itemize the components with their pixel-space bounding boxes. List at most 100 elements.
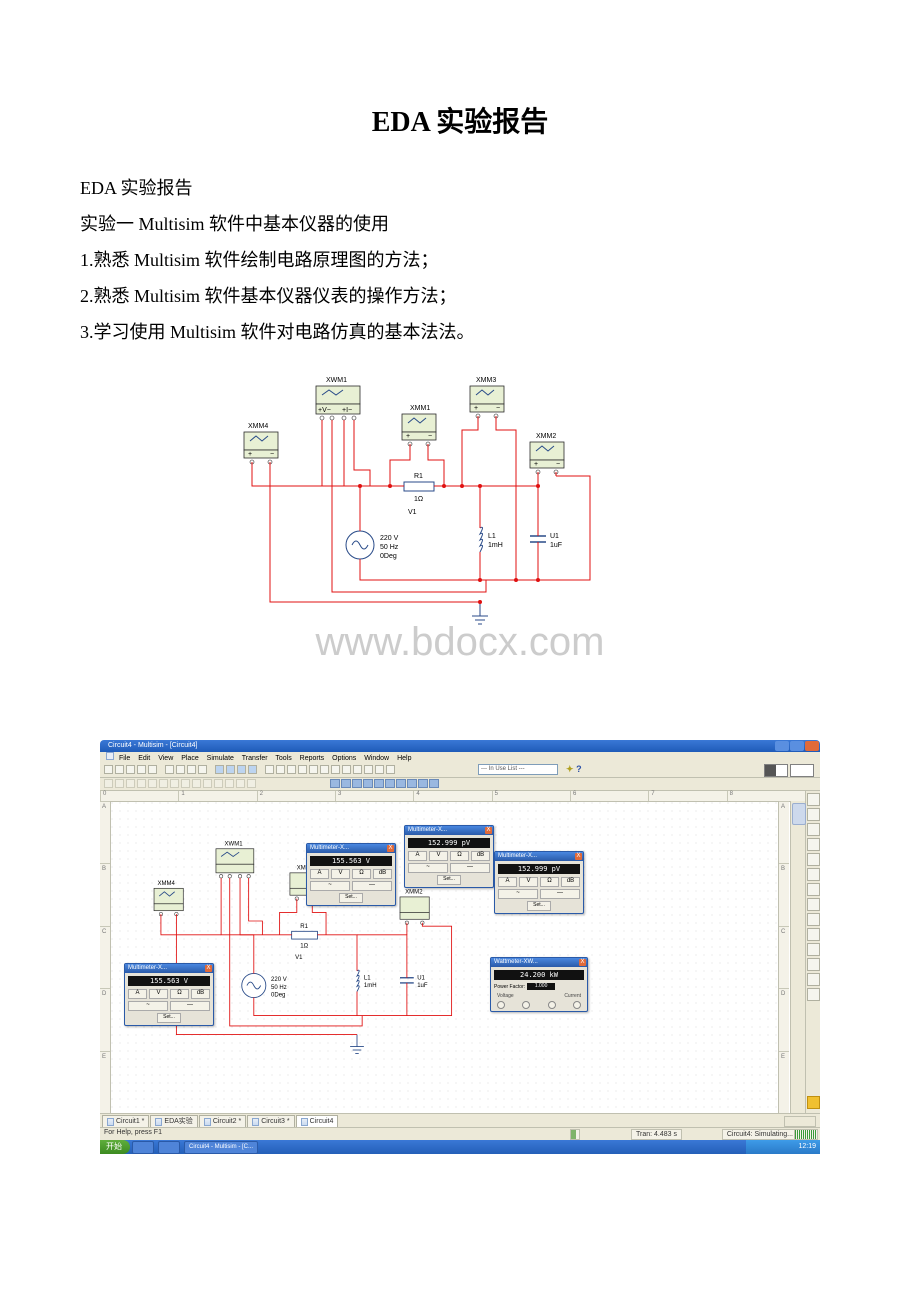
quick-launch-icon[interactable] [158, 1141, 180, 1154]
instrument-icon[interactable] [807, 928, 820, 941]
multimeter-xmm1-dialog[interactable]: Multimeter-X...X 155.563 V A V Ω dB ~ — … [306, 843, 396, 906]
menu-options[interactable]: Options [332, 755, 356, 762]
mm-mode-a[interactable]: A [128, 989, 147, 999]
multimeter-xmm4-dialog[interactable]: Multimeter-X...X 155.563 V A V Ω dB ~ — … [124, 963, 214, 1026]
mm-dc[interactable]: — [170, 1001, 210, 1011]
dialog-close-icon[interactable]: X [579, 959, 586, 966]
toolbar-icon[interactable] [309, 765, 318, 774]
quick-launch-icon[interactable] [132, 1141, 154, 1154]
dialog-close-icon[interactable]: X [205, 965, 212, 972]
toolbar-icon[interactable] [364, 765, 373, 774]
toolbar-icon[interactable] [104, 779, 113, 788]
toolbar-icon[interactable] [165, 765, 174, 774]
toolbar-icon[interactable] [331, 765, 340, 774]
schematic-canvas[interactable]: 012345678 ABCDE ABCDE XMM4 [100, 791, 805, 1113]
tab-circuit3[interactable]: Circuit3 * [247, 1115, 294, 1127]
zoom-icon[interactable] [226, 765, 235, 774]
tab-circuit4[interactable]: Circuit4 [296, 1115, 339, 1127]
horizontal-scrollbar[interactable] [784, 1116, 816, 1127]
menu-edit[interactable]: Edit [138, 755, 150, 762]
toolbar-icon[interactable] [247, 779, 256, 788]
toolbar-icon[interactable] [265, 765, 274, 774]
toolbar-icon[interactable] [192, 779, 201, 788]
inuse-dropdown[interactable]: --- In Use List --- [478, 764, 558, 775]
toolbar-icon[interactable] [320, 765, 329, 774]
toolbar-icon[interactable] [170, 779, 179, 788]
toolbar-icon[interactable] [298, 765, 307, 774]
toolbar-icon[interactable] [342, 765, 351, 774]
close-button[interactable] [805, 741, 819, 751]
component-icon[interactable] [352, 779, 362, 788]
instrument-icon[interactable] [807, 808, 820, 821]
mm-set[interactable]: Set... [157, 1013, 181, 1023]
instrument-icon[interactable] [807, 913, 820, 926]
instrument-icon[interactable] [807, 868, 820, 881]
tab-circuit2[interactable]: Circuit2 * [199, 1115, 246, 1127]
mm-ac[interactable]: ~ [128, 1001, 168, 1011]
taskbar-app[interactable]: Circuit4 - Multisim - [C... [184, 1141, 258, 1154]
toolbar-icon[interactable] [137, 779, 146, 788]
tab-circuit1[interactable]: Circuit1 * [102, 1115, 149, 1127]
menu-file[interactable]: File [119, 755, 130, 762]
toolbar-icon[interactable] [115, 765, 124, 774]
toolbar-icon[interactable] [225, 779, 234, 788]
component-icon[interactable] [429, 779, 439, 788]
menu-bar[interactable]: File Edit View Place Simulate Transfer T… [100, 752, 820, 763]
instrument-icon[interactable] [807, 898, 820, 911]
dialog-close-icon[interactable]: X [575, 853, 582, 860]
component-icon[interactable] [385, 779, 395, 788]
toolbar-icon[interactable] [126, 779, 135, 788]
tab-eda[interactable]: EDA实验 [150, 1115, 197, 1127]
start-button[interactable]: 开始 [100, 1140, 130, 1154]
instrument-icon[interactable] [807, 973, 820, 986]
toolbar-icon[interactable] [236, 779, 245, 788]
toolbar-icon[interactable] [181, 779, 190, 788]
multimeter-xmm2-dialog[interactable]: Multimeter-X...X 152.999 pV A V Ω dB ~ —… [494, 851, 584, 914]
instrument-icon[interactable] [807, 823, 820, 836]
instrument-icon[interactable] [807, 988, 820, 1001]
component-icon[interactable] [374, 779, 384, 788]
instrument-icon[interactable] [807, 883, 820, 896]
dialog-close-icon[interactable]: X [485, 827, 492, 834]
dialog-close-icon[interactable]: X [387, 845, 394, 852]
menu-transfer[interactable]: Transfer [242, 755, 268, 762]
toolbar-icon[interactable] [176, 765, 185, 774]
mm-mode-ohm[interactable]: Ω [170, 989, 189, 999]
run-switch[interactable] [764, 764, 788, 777]
toolbar-icon[interactable] [187, 765, 196, 774]
toolbar-icon[interactable] [159, 779, 168, 788]
menu-window[interactable]: Window [364, 755, 389, 762]
toolbar-icon[interactable] [353, 765, 362, 774]
menu-tools[interactable]: Tools [275, 755, 291, 762]
instrument-icon[interactable] [807, 853, 820, 866]
toolbar-icon[interactable] [375, 765, 384, 774]
instrument-icon[interactable] [807, 793, 820, 806]
instrument-icon[interactable] [807, 958, 820, 971]
toolbar-icon[interactable] [137, 765, 146, 774]
toolbar-icon[interactable] [126, 765, 135, 774]
toolbar-icon[interactable] [386, 765, 395, 774]
pause-switch[interactable] [790, 764, 814, 777]
component-icon[interactable] [407, 779, 417, 788]
taskbar[interactable]: 开始 Circuit4 - Multisim - [C... 12:19 [100, 1140, 820, 1154]
multimeter-xmm3-dialog[interactable]: Multimeter-X...X 152.999 pV A V Ω dB ~ —… [404, 825, 494, 888]
toolbar-icon[interactable] [148, 765, 157, 774]
zoom-icon[interactable] [215, 765, 224, 774]
toolbar-icon[interactable] [203, 779, 212, 788]
zoom-icon[interactable] [248, 765, 257, 774]
component-icon[interactable] [418, 779, 428, 788]
menu-place[interactable]: Place [181, 755, 199, 762]
mm-mode-v[interactable]: V [149, 989, 168, 999]
toolbar-icon[interactable] [276, 765, 285, 774]
toolbar-icon[interactable] [115, 779, 124, 788]
window-titlebar[interactable]: Circuit4 - Multisim - [Circuit4] [100, 740, 820, 752]
menu-help[interactable]: Help [397, 755, 411, 762]
toolbar-icon[interactable] [148, 779, 157, 788]
instrument-icon[interactable] [807, 943, 820, 956]
mm-mode-db[interactable]: dB [191, 989, 210, 999]
toolbar-icon[interactable] [104, 765, 113, 774]
toolbar-icon[interactable] [214, 779, 223, 788]
toolbar-icon[interactable] [287, 765, 296, 774]
wattmeter-xwm1-dialog[interactable]: Wattmeter-XW...X 24.200 kW Power Factor:… [490, 957, 588, 1012]
instrument-icon[interactable] [807, 1096, 820, 1109]
